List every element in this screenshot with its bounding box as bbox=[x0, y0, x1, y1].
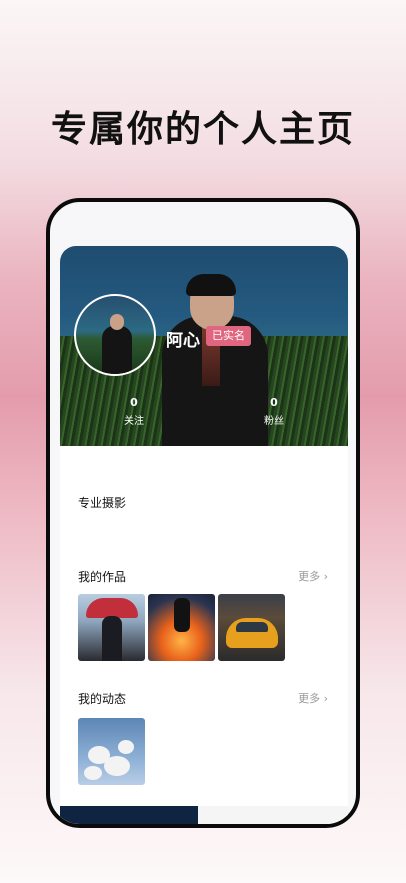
profile-name: 阿心 bbox=[166, 331, 200, 351]
umbrella-shape bbox=[86, 598, 138, 618]
work-thumb-1[interactable] bbox=[78, 594, 145, 661]
profile-screen: 阿心 已实名 0 关注 0 粉丝 专业摄影 我的作品 更多 › 我的动态 更多 … bbox=[60, 246, 348, 824]
person-shape bbox=[174, 598, 190, 632]
moments-more-label: 更多 bbox=[298, 692, 321, 705]
page-headline: 专属你的个人主页 bbox=[50, 108, 355, 150]
avatar-person bbox=[102, 326, 132, 374]
avatar[interactable] bbox=[74, 294, 156, 376]
profile-description: 专业摄影 bbox=[78, 496, 127, 510]
works-more-label: 更多 bbox=[298, 570, 321, 583]
following-label: 关注 bbox=[124, 416, 144, 427]
following-count: 0 bbox=[130, 396, 138, 409]
following-stat[interactable]: 0 关注 bbox=[114, 396, 154, 427]
next-content-peek bbox=[60, 806, 348, 824]
followers-count: 0 bbox=[270, 396, 278, 409]
phone-frame: 阿心 已实名 0 关注 0 粉丝 专业摄影 我的作品 更多 › 我的动态 更多 … bbox=[46, 198, 360, 828]
moments-section-title: 我的动态 bbox=[78, 692, 127, 706]
work-thumb-2[interactable] bbox=[148, 594, 215, 661]
chevron-right-icon: › bbox=[323, 692, 328, 705]
blossom-shape bbox=[118, 740, 134, 754]
work-thumb-3[interactable] bbox=[218, 594, 285, 661]
chevron-right-icon: › bbox=[323, 570, 328, 583]
works-section-title: 我的作品 bbox=[78, 570, 127, 584]
verified-badge: 已实名 bbox=[206, 326, 251, 346]
blossom-shape bbox=[84, 766, 102, 780]
followers-stat[interactable]: 0 粉丝 bbox=[254, 396, 294, 427]
person-shape bbox=[102, 616, 122, 661]
followers-label: 粉丝 bbox=[264, 416, 284, 427]
cover-person-hair bbox=[186, 274, 236, 296]
moments-more-link[interactable]: 更多 › bbox=[298, 690, 328, 706]
blossom-shape bbox=[104, 756, 130, 776]
works-more-link[interactable]: 更多 › bbox=[298, 568, 328, 584]
avatar-person-head bbox=[110, 314, 124, 330]
car-window-shape bbox=[236, 622, 268, 632]
moment-thumb-1[interactable] bbox=[78, 718, 145, 785]
profile-cover-photo[interactable]: 阿心 已实名 0 关注 0 粉丝 bbox=[60, 246, 348, 446]
